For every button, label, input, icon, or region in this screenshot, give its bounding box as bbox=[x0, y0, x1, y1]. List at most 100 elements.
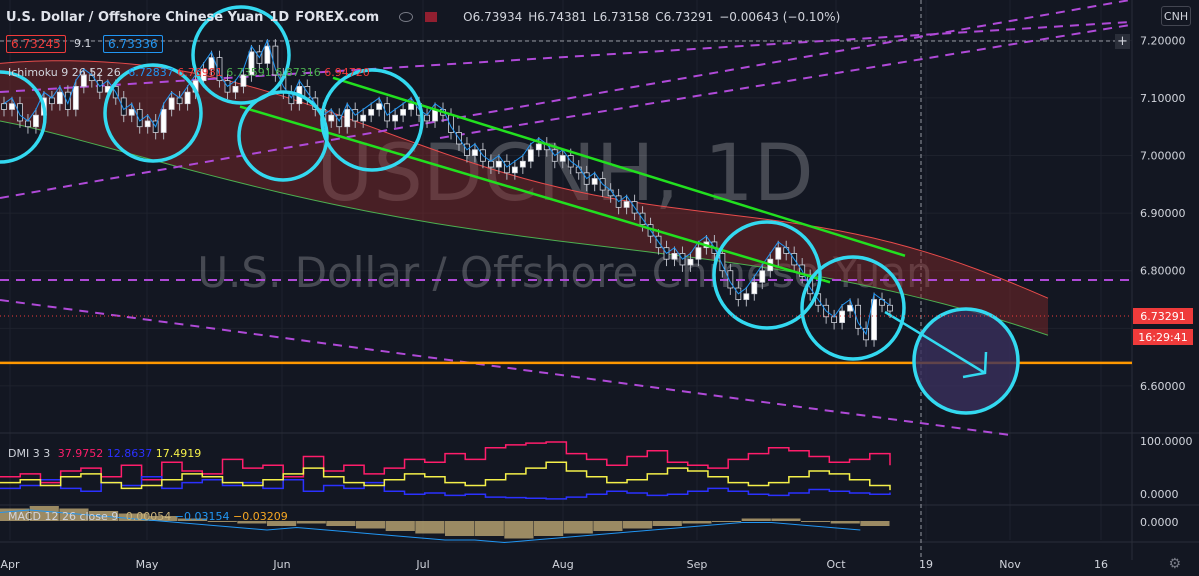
x-tick-8: Nov bbox=[999, 558, 1021, 571]
x-tick-2: Jun bbox=[272, 558, 290, 571]
x-tick-4: Aug bbox=[552, 558, 573, 571]
candle-body-16 bbox=[128, 109, 135, 116]
interval-label[interactable]: 1D bbox=[269, 10, 289, 25]
candle-body-41 bbox=[328, 114, 335, 122]
ichimoku-value-1: 6.76981 bbox=[177, 66, 223, 79]
candle-body-4 bbox=[33, 114, 39, 128]
eye-icon[interactable] bbox=[399, 12, 414, 22]
macd-hist-bar-23 bbox=[682, 521, 712, 524]
macd-hist-bar-28 bbox=[830, 521, 860, 524]
macd-hist-bar-22 bbox=[652, 521, 682, 526]
candle-body-21 bbox=[168, 97, 175, 110]
candle-body-62 bbox=[495, 160, 502, 168]
candle-body-105 bbox=[839, 310, 846, 323]
y-tick-2: 7.00000 bbox=[1140, 150, 1186, 163]
candle-body-106 bbox=[847, 304, 853, 312]
macd-hist-bar-20 bbox=[593, 521, 623, 531]
macd-hist-bar-27 bbox=[801, 521, 831, 522]
candle-body-43 bbox=[344, 109, 351, 128]
last-price-text: 6.73291 bbox=[1140, 310, 1186, 323]
candle-body-95 bbox=[759, 270, 766, 283]
candle-body-94 bbox=[751, 281, 758, 295]
dmi-value-0: 37.9752 bbox=[57, 447, 104, 460]
macd-hist-bar-17 bbox=[504, 521, 534, 539]
macd-hist-bar-18 bbox=[534, 521, 564, 536]
sub-y-tick-2: 0.0000 bbox=[1140, 516, 1179, 529]
ichimoku-value-4: 6.94720 bbox=[324, 66, 370, 79]
candle-body-50 bbox=[400, 109, 406, 116]
x-tick-9: 16 bbox=[1094, 558, 1108, 571]
settings-gear-icon[interactable]: ⚙ bbox=[1168, 556, 1181, 572]
symbol-title[interactable]: U.S. Dollar / Offshore Chinese Yuan bbox=[6, 10, 263, 25]
macd-hist-bar-26 bbox=[771, 518, 801, 521]
dmi-name: DMI 3 3 bbox=[8, 447, 51, 460]
macd-legend[interactable]: MACD 12 26 close 9 0.00054 −0.03154 −0.0… bbox=[8, 510, 288, 523]
candle-body-7 bbox=[56, 91, 63, 105]
sub-y-tick-0: 100.0000 bbox=[1140, 435, 1193, 448]
candle-body-84 bbox=[671, 253, 678, 260]
candle-body-104 bbox=[831, 316, 838, 323]
currency-button[interactable]: CNH bbox=[1161, 6, 1191, 26]
ohlc-low: L6.73158 bbox=[592, 10, 650, 24]
x-tick-3: Jul bbox=[415, 558, 429, 571]
candle-body-3 bbox=[25, 120, 31, 128]
candle-body-67 bbox=[535, 143, 542, 151]
dmi-value-1: 12.8637 bbox=[106, 447, 153, 460]
macd-value-0: 0.00054 bbox=[125, 510, 172, 523]
macd-value-2: −0.03209 bbox=[233, 510, 288, 523]
macd-hist-bar-15 bbox=[445, 521, 475, 536]
macd-hist-bar-19 bbox=[563, 521, 593, 534]
macd-hist-bar-29 bbox=[860, 521, 890, 526]
candle-body-49 bbox=[392, 114, 399, 122]
y-tick-4: 6.80000 bbox=[1140, 265, 1186, 278]
ichimoku-value-2: 6.73591 bbox=[226, 66, 272, 79]
ohlc-open: O6.73934 bbox=[463, 10, 523, 24]
candle-body-61 bbox=[488, 160, 494, 168]
macd-hist-bar-24 bbox=[712, 521, 742, 522]
ask-price[interactable]: 6.73336 bbox=[103, 35, 163, 53]
ichimoku-value-0: 6.72837 bbox=[128, 66, 174, 79]
chart-header: U.S. Dollar / Offshore Chinese Yuan 1D F… bbox=[6, 8, 840, 26]
dmi-legend[interactable]: DMI 3 3 37.9752 12.8637 17.4919 bbox=[8, 447, 201, 460]
purple-dash-4 bbox=[439, 24, 1131, 139]
macd-name: MACD 12 26 close 9 bbox=[8, 510, 119, 523]
exchange-label: FOREX.com bbox=[295, 9, 380, 25]
candle-body-78 bbox=[623, 201, 630, 208]
candle-body-18 bbox=[144, 120, 151, 128]
candle-body-22 bbox=[176, 97, 183, 105]
ichimoku-legend[interactable]: Ichimoku 9 26 52 26 6.72837 6.76981 6.73… bbox=[8, 66, 370, 79]
bid-price[interactable]: 6.73245 bbox=[6, 35, 66, 53]
candle-body-6 bbox=[48, 97, 55, 105]
x-tick-7: 19 bbox=[919, 558, 933, 571]
macd-hist-bar-10 bbox=[296, 521, 326, 524]
candle-body-45 bbox=[360, 114, 367, 122]
x-tick-6: Oct bbox=[826, 558, 846, 571]
candle-body-59 bbox=[472, 149, 478, 156]
ohlc-close: C6.73291 bbox=[655, 10, 714, 24]
candle-body-33 bbox=[264, 45, 271, 64]
sub-y-tick-1: 0.0000 bbox=[1140, 488, 1179, 501]
y-tick-3: 6.90000 bbox=[1140, 207, 1186, 220]
candle-body-47 bbox=[376, 103, 383, 110]
candle-body-46 bbox=[368, 109, 375, 116]
macd-hist-bar-25 bbox=[741, 518, 771, 521]
x-tick-0: Apr bbox=[0, 558, 20, 571]
candle-body-74 bbox=[591, 178, 598, 185]
candle-body-9 bbox=[72, 86, 79, 110]
candle-body-70 bbox=[559, 155, 566, 162]
add-alert-plus-icon[interactable]: + bbox=[1115, 34, 1130, 49]
support-price-badge bbox=[1133, 364, 1195, 380]
macd-hist-bar-12 bbox=[356, 521, 386, 529]
chart-stage[interactable]: USDCNH, 1D U.S. Dollar / Offshore Chines… bbox=[0, 0, 1199, 576]
macd-value-1: −0.03154 bbox=[174, 510, 230, 523]
macd-hist-bar-16 bbox=[474, 521, 504, 536]
candle-body-87 bbox=[695, 247, 702, 260]
x-tick-1: May bbox=[136, 558, 159, 571]
ichimoku-value-3: 6.87316 bbox=[275, 66, 321, 79]
candle-body-1 bbox=[9, 103, 15, 110]
y-tick-5: 6.60000 bbox=[1140, 380, 1186, 393]
candle-body-64 bbox=[511, 166, 518, 174]
countdown-text: 16:29:41 bbox=[1138, 331, 1187, 344]
candle-body-86 bbox=[687, 258, 694, 266]
candle-body-20 bbox=[160, 109, 167, 133]
